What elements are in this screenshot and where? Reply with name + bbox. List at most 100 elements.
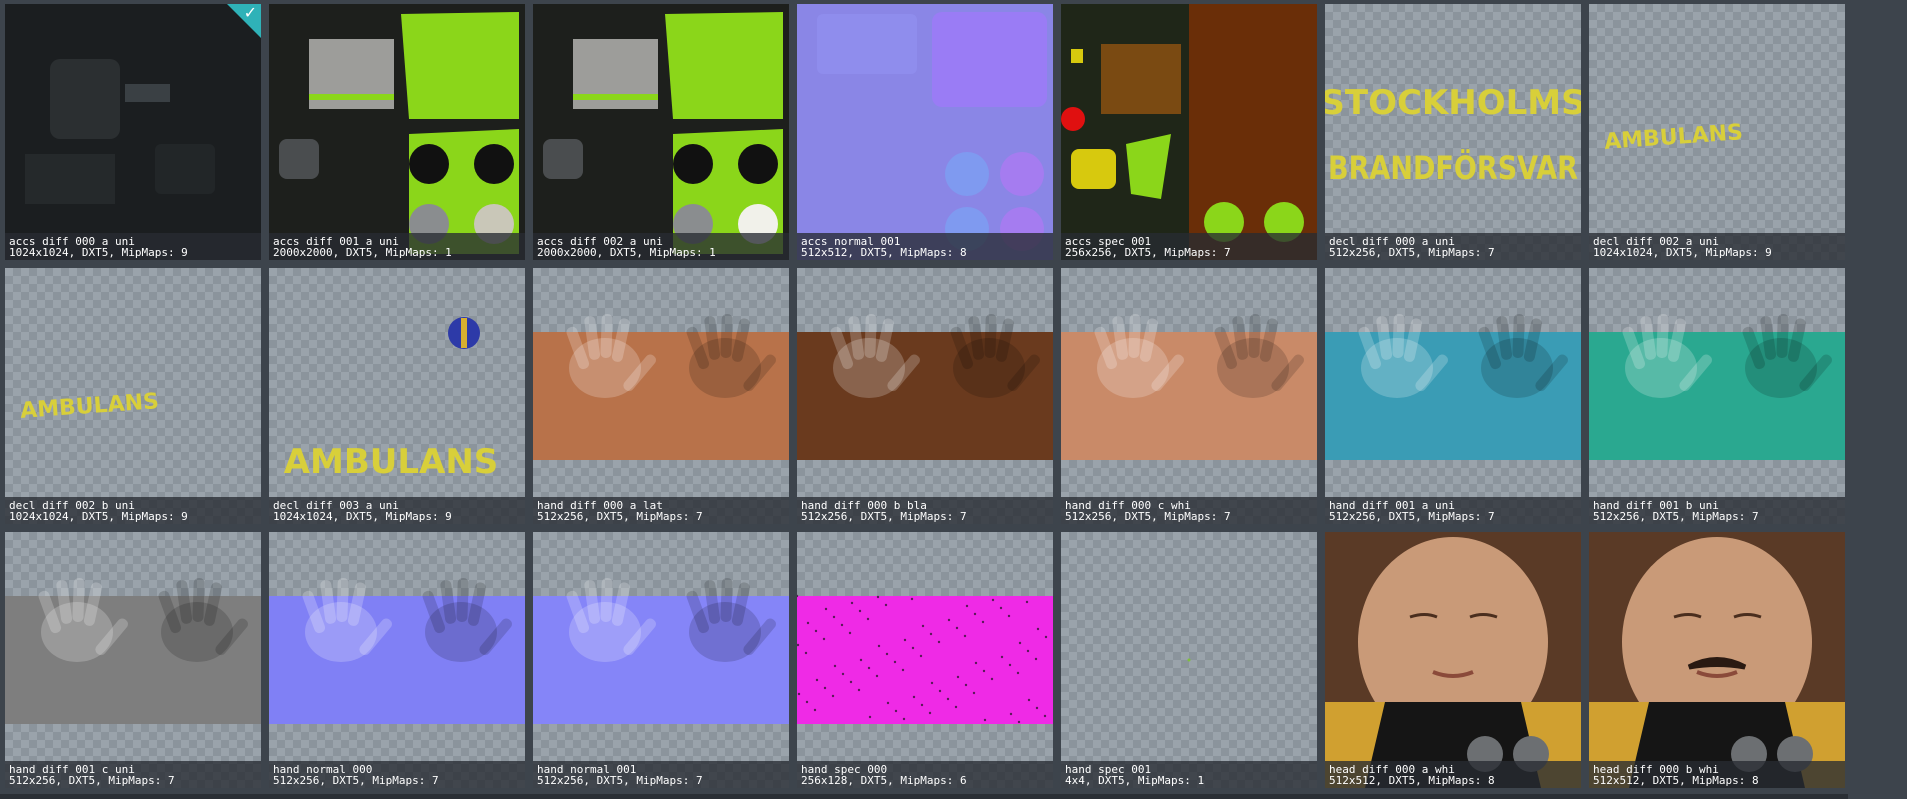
texture-name: decl_diff_002_b_uni <box>9 500 135 511</box>
texture-thumbnail <box>1325 532 1581 788</box>
texture-name: accs_diff_001_a_uni <box>273 236 399 247</box>
texture-caption: accs_diff_000_a_uni 1024x1024, DXT5, MipM… <box>5 233 261 260</box>
texture-thumbnail <box>1325 314 1581 460</box>
texture-tile[interactable]: AMBULANS decl_diff_003_a_uni 1024x1024, DX… <box>269 268 525 524</box>
texture-name: decl_diff_003_a_uni <box>273 500 399 511</box>
texture-name: hand_diff_000_b_bla <box>801 500 927 511</box>
decal-text: AMBULANS <box>284 442 499 482</box>
box-shape <box>25 154 115 204</box>
texture-tile[interactable]: head_diff_000_a_whi 512x512, DXT5, MipMap… <box>1325 532 1581 788</box>
texture-tile[interactable]: hand_diff_001_c_uni 512x256, DXT5, MipMap… <box>5 532 261 788</box>
texture-thumbnail <box>269 4 525 260</box>
tiny-dot <box>1187 658 1191 662</box>
texture-thumbnail <box>5 578 261 724</box>
texture-caption: decl_diff_003_a_uni 1024x1024, DXT5, MipM… <box>269 497 525 524</box>
texture-tile[interactable]: hand_spec_001 4x4, DXT5, MipMaps: 1 <box>1061 532 1317 788</box>
texture-caption: hand_diff_001_a_uni 512x256, DXT5, MipMap… <box>1325 497 1581 524</box>
texture-tile[interactable]: ✓ accs_diff_000_a_uni 1024x1024, DXT5, Mip… <box>5 4 261 260</box>
texture-tile[interactable]: hand_diff_000_a_lat 512x256, DXT5, MipMap… <box>533 268 789 524</box>
texture-info: 512x512, DXT5, MipMaps: 8 <box>1593 775 1759 786</box>
texture-name: hand_diff_000_c_whi <box>1065 500 1191 511</box>
texture-thumbnail: AMBULANS <box>284 317 499 482</box>
texture-caption: hand_spec_000 256x128, DXT5, MipMaps: 6 <box>797 761 1053 788</box>
texture-caption: hand_diff_000_a_lat 512x256, DXT5, MipMap… <box>533 497 789 524</box>
texture-tile[interactable]: accs_normal_001 512x512, DXT5, MipMaps: 8 <box>797 4 1053 260</box>
texture-name: hand_normal_000 <box>273 764 373 775</box>
texture-name: decl_diff_002_a_uni <box>1593 236 1719 247</box>
texture-info: 512x256, DXT5, MipMaps: 7 <box>1593 511 1759 522</box>
texture-thumbnail <box>797 4 1053 260</box>
texture-name: head_diff_000_b_whi <box>1593 764 1719 775</box>
texture-tile[interactable]: AMBULANS decl_diff_002_a_uni 1024x1024, DX… <box>1589 4 1845 260</box>
texture-thumbnail <box>1061 314 1317 460</box>
texture-caption: decl_diff_002_b_uni 1024x1024, DXT5, MipM… <box>5 497 261 524</box>
texture-caption: head_diff_000_a_whi 512x512, DXT5, MipMap… <box>1325 761 1581 788</box>
texture-tile[interactable]: AMBULANS decl_diff_002_b_uni 1024x1024, DX… <box>5 268 261 524</box>
texture-info: 512x256, DXT5, MipMaps: 7 <box>537 775 703 786</box>
texture-info: 2000x2000, DXT5, MipMaps: 1 <box>273 247 452 258</box>
texture-tile[interactable]: hand_diff_000_b_bla 512x256, DXT5, MipMap… <box>797 268 1053 524</box>
texture-thumbnail <box>797 594 1053 724</box>
texture-caption: accs_diff_002_a_uni 2000x2000, DXT5, MipM… <box>533 233 789 260</box>
panel-shape <box>50 59 120 139</box>
texture-name: hand_diff_001_a_uni <box>1329 500 1455 511</box>
texture-info: 512x256, DXT5, MipMaps: 7 <box>1329 247 1495 258</box>
texture-name: accs_diff_002_a_uni <box>537 236 663 247</box>
texture-tile[interactable]: accs_diff_002_a_uni 2000x2000, DXT5, MipM… <box>533 4 789 260</box>
texture-tile[interactable]: accs_spec_001 256x256, DXT5, MipMaps: 7 <box>1061 4 1317 260</box>
texture-caption: accs_diff_001_a_uni 2000x2000, DXT5, MipM… <box>269 233 525 260</box>
decal-text: AMBULANS <box>1603 120 1743 155</box>
texture-tile[interactable]: hand_normal_001 512x256, DXT5, MipMaps: 7 <box>533 532 789 788</box>
texture-caption: accs_spec_001 256x256, DXT5, MipMaps: 7 <box>1061 233 1317 260</box>
vest-shape <box>665 12 783 119</box>
texture-info: 2000x2000, DXT5, MipMaps: 1 <box>537 247 716 258</box>
mustache-shape <box>1687 657 1747 670</box>
texture-info: 1024x1024, DXT5, MipMaps: 9 <box>9 511 188 522</box>
texture-caption: accs_normal_001 512x512, DXT5, MipMaps: 8 <box>797 233 1053 260</box>
checkmark-icon: ✓ <box>243 4 257 22</box>
texture-info: 512x256, DXT5, MipMaps: 7 <box>273 775 439 786</box>
texture-tile[interactable]: accs_diff_001_a_uni 2000x2000, DXT5, MipM… <box>269 4 525 260</box>
texture-thumbnail <box>269 578 525 724</box>
texture-tile[interactable]: head_diff_000_b_whi 512x512, DXT5, MipMap… <box>1589 532 1845 788</box>
texture-name: hand_spec_000 <box>801 764 888 775</box>
texture-tile[interactable]: hand_diff_000_c_whi 512x256, DXT5, MipMap… <box>1061 268 1317 524</box>
texture-caption: head_diff_000_b_whi 512x512, DXT5, MipMap… <box>1589 761 1845 788</box>
texture-thumbnail <box>1589 314 1845 460</box>
texture-info: 256x128, DXT5, MipMaps: 6 <box>801 775 967 786</box>
texture-name: accs_spec_001 <box>1065 236 1152 247</box>
box-shape <box>155 144 215 194</box>
texture-tile[interactable]: hand_diff_001_b_uni 512x256, DXT5, MipMap… <box>1589 268 1845 524</box>
texture-thumbnail: STOCKHOLMS BRANDFÖRSVAR <box>1325 83 1581 187</box>
texture-caption: hand_diff_001_c_uni 512x256, DXT5, MipMap… <box>5 761 261 788</box>
texture-thumbnail <box>1589 532 1845 788</box>
texture-tile[interactable]: STOCKHOLMS BRANDFÖRSVAR decl_diff_000_a_un… <box>1325 4 1581 260</box>
texture-info: 512x512, DXT5, MipMaps: 8 <box>801 247 967 258</box>
texture-caption: hand_normal_001 512x256, DXT5, MipMaps: 7 <box>533 761 789 788</box>
texture-info: 512x256, DXT5, MipMaps: 7 <box>9 775 175 786</box>
texture-info: 1024x1024, DXT5, MipMaps: 9 <box>1593 247 1772 258</box>
normal-block <box>932 12 1047 107</box>
texture-thumbnail <box>5 4 261 260</box>
texture-info: 256x256, DXT5, MipMaps: 7 <box>1065 247 1231 258</box>
texture-thumbnail <box>533 4 789 260</box>
texture-caption: hand_diff_001_b_uni 512x256, DXT5, MipMap… <box>1589 497 1845 524</box>
texture-tile[interactable]: hand_diff_001_a_uni 512x256, DXT5, MipMap… <box>1325 268 1581 524</box>
texture-caption: hand_diff_000_b_bla 512x256, DXT5, MipMap… <box>797 497 1053 524</box>
texture-caption: decl_diff_002_a_uni 1024x1024, DXT5, MipM… <box>1589 233 1845 260</box>
texture-name: accs_normal_001 <box>801 236 901 247</box>
texture-name: hand_diff_001_b_uni <box>1593 500 1719 511</box>
texture-caption: hand_diff_000_c_whi 512x256, DXT5, MipMap… <box>1061 497 1317 524</box>
texture-thumbnail: AMBULANS <box>1603 120 1743 155</box>
texture-info: 1024x1024, DXT5, MipMaps: 9 <box>273 511 452 522</box>
texture-tile[interactable]: hand_spec_000 256x128, DXT5, MipMaps: 6 <box>797 532 1053 788</box>
texture-tile[interactable]: hand_normal_000 512x256, DXT5, MipMaps: 7 <box>269 532 525 788</box>
red-dot <box>1061 107 1085 131</box>
texture-thumbnail <box>1061 4 1317 260</box>
texture-info: 1024x1024, DXT5, MipMaps: 9 <box>9 247 188 258</box>
texture-info: 512x512, DXT5, MipMaps: 8 <box>1329 775 1495 786</box>
texture-info: 512x256, DXT5, MipMaps: 7 <box>801 511 967 522</box>
texture-name: hand_diff_001_c_uni <box>9 764 135 775</box>
texture-caption: hand_normal_000 512x256, DXT5, MipMaps: 7 <box>269 761 525 788</box>
texture-info: 512x256, DXT5, MipMaps: 7 <box>1329 511 1495 522</box>
